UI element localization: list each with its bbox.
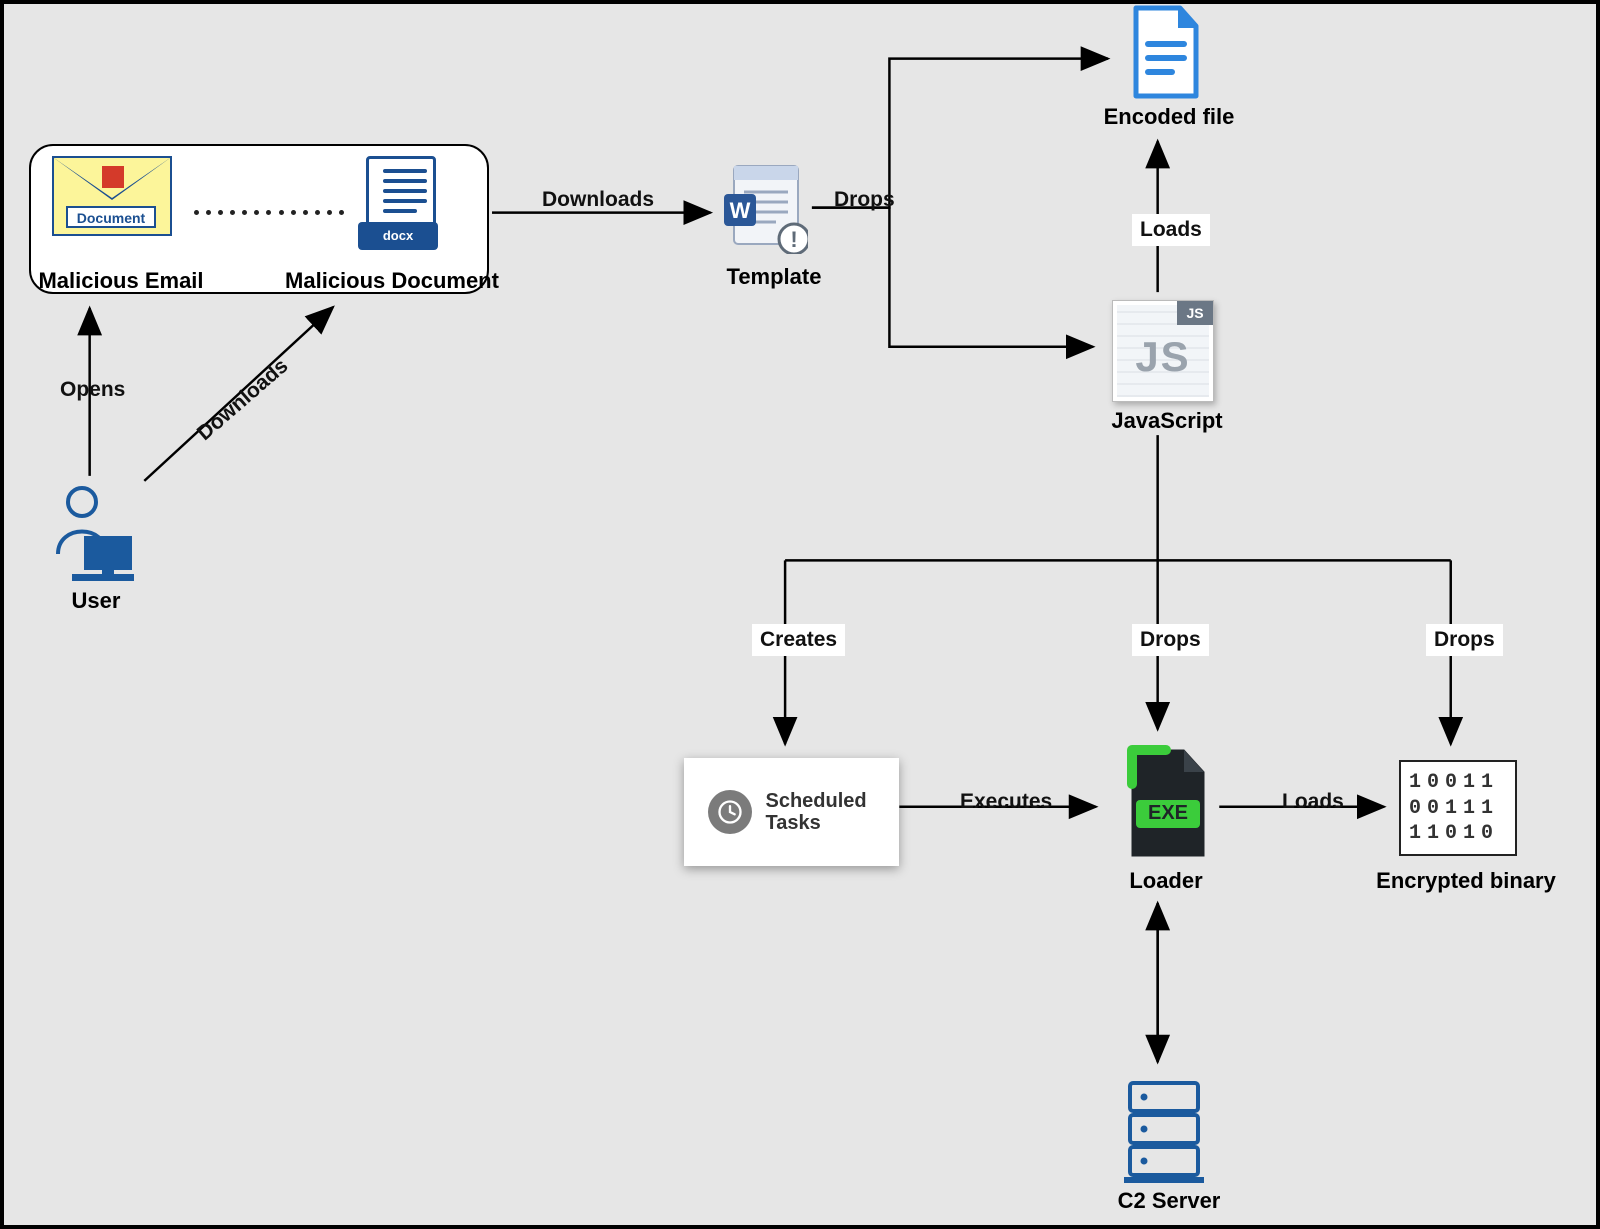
javascript-icon: JS JS	[1112, 300, 1214, 402]
loader-icon: EXE	[1114, 744, 1214, 864]
edge-loads-encoded: Loads	[1132, 214, 1210, 246]
edge-drops-loader: Drops	[1132, 624, 1209, 656]
user-label: User	[56, 588, 136, 614]
user-icon	[44, 484, 134, 584]
docx-badge: docx	[358, 222, 438, 250]
template-label: Template	[714, 264, 834, 290]
encoded-file-icon	[1126, 4, 1206, 100]
attack-chain-diagram: Document Malicious Email docx Malicious …	[0, 0, 1600, 1229]
clock-icon	[708, 790, 752, 834]
encrypted-binary-label: Encrypted binary	[1366, 868, 1566, 894]
edge-downloads-user-doc: Downloads	[184, 346, 302, 454]
document-tag: Document	[66, 206, 156, 228]
malicious-document-icon: docx	[358, 156, 438, 250]
edge-executes: Executes	[952, 786, 1060, 818]
malicious-document-label: Malicious Document	[282, 268, 502, 294]
template-icon: W !	[724, 164, 808, 254]
loader-label: Loader	[1116, 868, 1216, 894]
scheduled-tasks-label: Scheduled Tasks	[766, 790, 876, 834]
edge-downloads-doc-template: Downloads	[534, 184, 662, 216]
c2-server-label: C2 Server	[1104, 1188, 1234, 1214]
encoded-file-label: Encoded file	[1084, 104, 1254, 130]
edge-drops-binary: Drops	[1426, 624, 1503, 656]
javascript-label: JavaScript	[1102, 408, 1232, 434]
malware-star-icon	[102, 166, 124, 188]
svg-text:!: !	[790, 227, 797, 252]
binary-row: 00111	[1409, 797, 1507, 820]
malicious-email-icon: Document	[52, 156, 172, 236]
js-big-text: JS	[1113, 333, 1213, 381]
ellipsis-icon	[194, 209, 344, 215]
js-badge: JS	[1177, 301, 1213, 325]
edge-drops-template: Drops	[826, 184, 903, 216]
edge-opens: Opens	[52, 374, 133, 406]
svg-text:W: W	[730, 198, 751, 223]
c2-server-icon	[1124, 1079, 1204, 1184]
exe-badge: EXE	[1136, 802, 1200, 825]
binary-row: 11010	[1409, 822, 1507, 845]
encrypted-binary-icon: 10011 00111 11010	[1399, 760, 1517, 856]
binary-row: 10011	[1409, 771, 1507, 794]
scheduled-tasks-node: Scheduled Tasks	[684, 758, 899, 866]
edge-loads-binary: Loads	[1274, 786, 1352, 818]
edge-creates: Creates	[752, 624, 845, 656]
malicious-email-label: Malicious Email	[36, 268, 206, 294]
